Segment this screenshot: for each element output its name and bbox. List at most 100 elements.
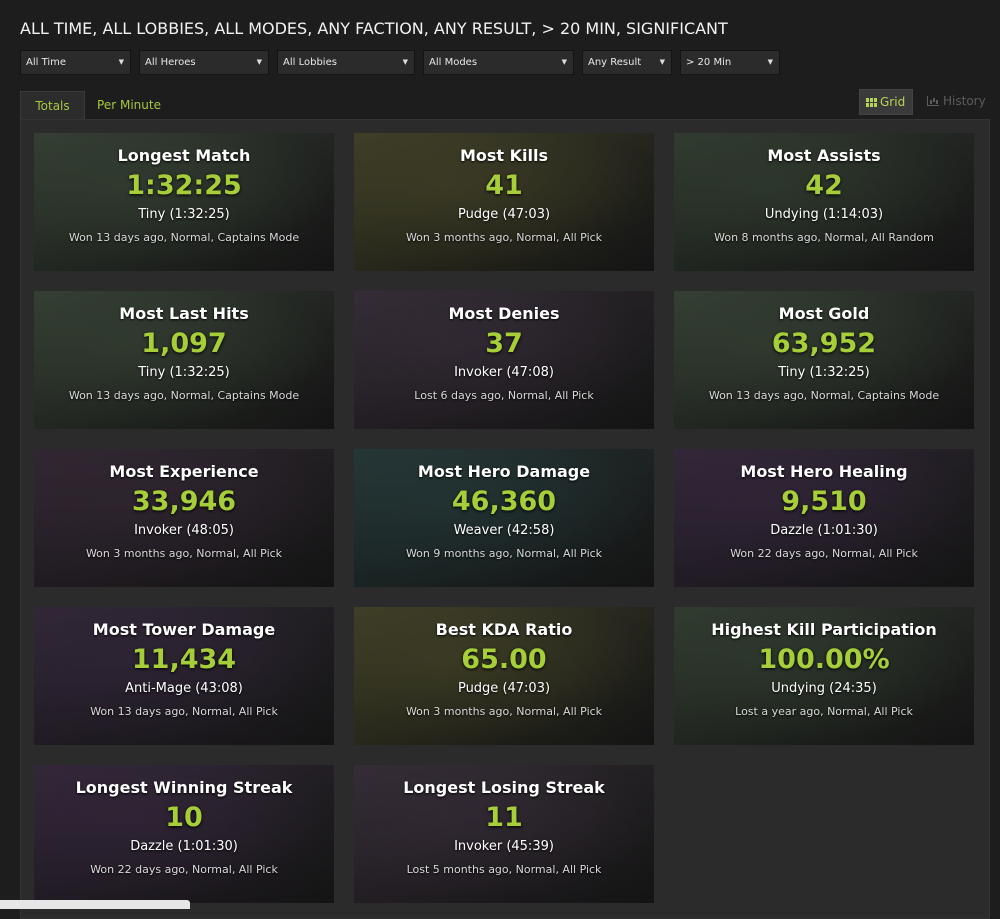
record-card[interactable]: Most Hero Healing 9,510 Dazzle (1:01:30) Wo… [674,449,974,587]
filter-result-label: Any Result [588,57,642,68]
filter-duration-select[interactable]: > 20 Min ▼ [680,50,780,75]
record-label: Most Hero Damage [417,462,591,481]
record-value: 42 [805,170,843,201]
record-content: Most Experience 33,946 Invoker (48:05) Won … [34,462,334,560]
filter-mode-select[interactable]: All Modes ▼ [423,50,574,75]
record-card[interactable]: Highest Kill Participation 100.00% Undying… [674,607,974,745]
record-card[interactable]: Longest Losing Streak 11 Invoker (45:39) Lo… [354,765,654,903]
caret-down-icon: ▼ [659,58,665,66]
record-hero: Undying (1:14:03) [764,207,884,222]
record-hero: Weaver (42:58) [453,523,555,538]
record-label: Most Kills [459,146,549,165]
filter-time-select[interactable]: All Time ▼ [20,50,131,75]
record-value: 1,097 [141,328,227,359]
record-label: Most Last Hits [119,304,249,323]
page-title: ALL TIME, ALL LOBBIES, ALL MODES, ANY FA… [20,19,728,38]
record-content: Most Assists 42 Undying (1:14:03) Won 8 mon… [674,146,974,244]
records-panel: Longest Match 1:32:25 Tiny (1:32:25) Won 13… [20,119,990,919]
record-value: 11 [485,802,523,833]
record-card[interactable]: Most Assists 42 Undying (1:14:03) Won 8 mon… [674,133,974,271]
record-meta: Won 3 months ago, Normal, All Pick [85,547,283,560]
record-value: 37 [485,328,523,359]
record-card[interactable]: Most Gold 63,952 Tiny (1:32:25) Won 13 days… [674,291,974,429]
record-content: Longest Match 1:32:25 Tiny (1:32:25) Won 13… [34,146,334,244]
record-hero: Dazzle (1:01:30) [770,523,878,538]
record-card[interactable]: Most Last Hits 1,097 Tiny (1:32:25) Won 13 … [34,291,334,429]
record-hero: Anti-Mage (43:08) [125,681,243,696]
record-label: Most Tower Damage [92,620,276,639]
history-view-label: History [943,94,986,108]
caret-down-icon: ▼ [402,58,408,66]
record-meta: Won 13 days ago, Normal, Captains Mode [68,389,300,402]
horizontal-scrollbar[interactable] [0,900,190,909]
grid-view-button[interactable]: Grid [859,89,913,115]
record-meta: Won 22 days ago, Normal, All Pick [730,547,918,560]
record-label: Most Experience [109,462,259,481]
filter-mode-label: All Modes [429,57,478,68]
record-content: Most Denies 37 Invoker (47:08) Lost 6 days … [354,304,654,402]
record-content: Most Tower Damage 11,434 Anti-Mage (43:08)… [34,620,334,718]
record-label: Most Assists [767,146,881,165]
record-label: Most Gold [778,304,870,323]
caret-down-icon: ▼ [767,58,773,66]
record-meta: Won 13 days ago, Normal, Captains Mode [68,231,300,244]
grid-view-label: Grid [880,95,906,109]
record-content: Most Last Hits 1,097 Tiny (1:32:25) Won 13 … [34,304,334,402]
record-meta: Won 3 months ago, Normal, All Pick [405,705,603,718]
filter-duration-label: > 20 Min [686,57,732,68]
record-card[interactable]: Longest Winning Streak 10 Dazzle (1:01:30)… [34,765,334,903]
record-value: 41 [485,170,523,201]
record-hero: Dazzle (1:01:30) [130,839,238,854]
record-meta: Won 8 months ago, Normal, All Random [714,231,934,244]
record-value: 46,360 [451,486,557,517]
record-hero: Invoker (48:05) [134,523,234,538]
record-meta: Won 3 months ago, Normal, All Pick [405,231,603,244]
record-hero: Tiny (1:32:25) [138,207,230,222]
record-meta: Lost 5 months ago, Normal, All Pick [406,863,602,876]
record-card[interactable]: Most Tower Damage 11,434 Anti-Mage (43:08)… [34,607,334,745]
filter-hero-label: All Heroes [145,57,196,68]
record-hero: Invoker (45:39) [454,839,554,854]
filter-lobby-label: All Lobbies [283,57,337,68]
record-content: Most Gold 63,952 Tiny (1:32:25) Won 13 days… [674,304,974,402]
record-hero: Pudge (47:03) [457,681,551,696]
record-card[interactable]: Longest Match 1:32:25 Tiny (1:32:25) Won 13… [34,133,334,271]
record-value: 63,952 [771,328,877,359]
record-meta: Lost a year ago, Normal, All Pick [735,705,913,718]
record-value: 33,946 [131,486,237,517]
record-hero: Pudge (47:03) [457,207,551,222]
record-label: Longest Winning Streak [75,778,293,797]
tab-per-minute[interactable]: Per Minute [90,91,168,119]
history-view-button[interactable]: History [921,89,991,115]
caret-down-icon: ▼ [118,58,124,66]
record-card[interactable]: Most Experience 33,946 Invoker (48:05) Won … [34,449,334,587]
record-value: 65.00 [461,644,547,675]
record-content: Most Hero Damage 46,360 Weaver (42:58) Won … [354,462,654,560]
filter-hero-select[interactable]: All Heroes ▼ [139,50,269,75]
record-value: 9,510 [781,486,867,517]
filter-result-select[interactable]: Any Result ▼ [582,50,672,75]
record-meta: Won 9 months ago, Normal, All Pick [405,547,603,560]
record-label: Most Denies [448,304,560,323]
record-card[interactable]: Most Kills 41 Pudge (47:03) Won 3 months ag… [354,133,654,271]
record-content: Most Kills 41 Pudge (47:03) Won 3 months ag… [354,146,654,244]
record-card[interactable]: Most Hero Damage 46,360 Weaver (42:58) Won … [354,449,654,587]
record-content: Most Hero Healing 9,510 Dazzle (1:01:30) Wo… [674,462,974,560]
filter-lobby-select[interactable]: All Lobbies ▼ [277,50,415,75]
record-content: Longest Winning Streak 10 Dazzle (1:01:30)… [34,778,334,876]
record-label: Best KDA Ratio [435,620,573,639]
record-card[interactable]: Most Denies 37 Invoker (47:08) Lost 6 days … [354,291,654,429]
record-label: Most Hero Healing [740,462,908,481]
record-label: Highest Kill Participation [711,620,937,639]
grid-icon [866,98,877,107]
record-hero: Invoker (47:08) [454,365,554,380]
record-content: Longest Losing Streak 11 Invoker (45:39) Lo… [354,778,654,876]
bar-chart-icon [927,96,939,106]
record-card[interactable]: Best KDA Ratio 65.00 Pudge (47:03) Won 3 mo… [354,607,654,745]
record-label: Longest Losing Streak [403,778,605,797]
record-meta: Won 13 days ago, Normal, Captains Mode [708,389,940,402]
tab-totals[interactable]: Totals [20,91,85,119]
record-meta: Won 22 days ago, Normal, All Pick [90,863,278,876]
record-content: Highest Kill Participation 100.00% Undying… [674,620,974,718]
record-hero: Tiny (1:32:25) [138,365,230,380]
